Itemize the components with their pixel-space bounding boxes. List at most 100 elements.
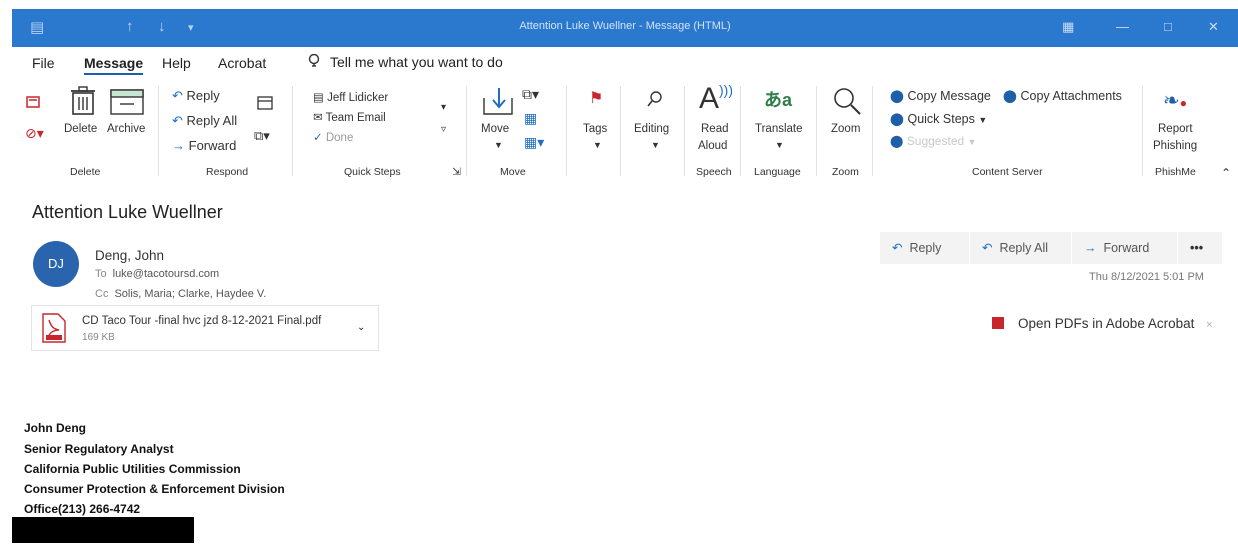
close-banner-icon[interactable]: × [1206,319,1212,331]
rules-icon[interactable]: ⧉▾ [522,86,539,103]
attachment-dropdown-icon[interactable]: ⌄ [357,322,365,333]
flag-icon: ⚑ [589,90,604,107]
collapse-ribbon-icon[interactable]: ⌃ [1221,166,1231,180]
reply-all-label: Reply All [186,113,238,128]
report-phishing-button[interactable]: Report [1158,123,1193,135]
suggested-button[interactable]: ⬤ Suggested ▼ [890,134,976,148]
header-forward-button[interactable]: → Forward [1072,232,1178,264]
pdf-file-icon [42,313,66,343]
tab-acrobat[interactable]: Acrobat [218,55,266,71]
meeting-icon[interactable] [257,94,273,110]
open-pdfs-label: Open PDFs in Adobe Acrobat [1018,316,1195,331]
zoom-group-label: Zoom [832,166,859,178]
header-reply-label: Reply [909,241,942,255]
cc-line: Cc Solis, Maria; Clarke, Haydee V. [95,288,266,300]
header-forward-label: Forward [1103,241,1150,255]
window-title: Attention Luke Wuellner - Message (HTML) [519,20,731,32]
tab-message[interactable]: Message [84,55,144,75]
actions-icon[interactable]: ▦▾ [524,134,544,151]
translate-button[interactable]: Translate [755,123,803,135]
translate-icon: あa [764,90,793,110]
zoom-icon [834,88,861,115]
tags-dropdown-icon[interactable]: ▼ [593,140,602,150]
quick-steps-expand-icon[interactable]: ▿ [441,124,446,135]
message-datetime: Thu 8/12/2021 5:01 PM [1089,271,1204,283]
close-icon[interactable]: ✕ [1208,19,1219,35]
delete-button[interactable]: Delete [64,123,97,135]
editing-dropdown-icon[interactable]: ▼ [651,140,660,150]
group-separator [684,86,685,176]
editing-button[interactable]: Editing [634,123,669,135]
content-server-icon: ⬤ [890,89,904,103]
cc-recipients[interactable]: Solis, Maria; Clarke, Haydee V. [114,288,266,300]
suggested-label: Suggested [906,134,965,148]
signature-org: California Public Utilities Commission [24,462,241,476]
reply-all-button[interactable]: ↶ Reply All [172,113,237,129]
copy-message-label: Copy Message [907,89,991,103]
quick-steps-scroll-icon[interactable]: ▾ [441,102,446,113]
tags-button[interactable]: Tags [583,123,607,135]
report-phishing-label-2: Phishing [1153,140,1198,152]
tell-me-search[interactable]: Tell me what you want to do [308,53,503,70]
translate-dropdown-icon[interactable]: ▼ [775,140,784,150]
respond-group-label: Respond [206,166,249,178]
find-icon [647,91,662,107]
minimize-icon[interactable]: — [1116,19,1129,34]
reply-all-icon: ↶ [172,113,183,128]
tab-help[interactable]: Help [162,55,191,71]
copy-attachments-label: Copy Attachments [1020,89,1122,103]
copy-message-button[interactable]: ⬤ Copy Message [890,88,991,103]
redaction-block [12,517,194,543]
ribbon-display-icon[interactable]: ▦ [1062,19,1074,35]
more-respond-icon[interactable]: ⧉▾ [254,128,270,144]
group-separator [872,86,873,176]
quick-steps-cs-button[interactable]: ⬤ Quick Steps ▼ [890,111,987,126]
content-server-group-label: Content Server [972,166,1043,178]
forward-label: Forward [188,138,237,153]
archive-button[interactable]: Archive [107,123,145,135]
language-group-label: Language [754,166,801,178]
reply-all-icon: ↶ [982,241,993,255]
reply-button[interactable]: ↶ Reply [172,88,220,104]
group-separator [292,86,293,176]
quick-step-done-label: Done [325,132,354,144]
header-reply-all-button[interactable]: ↶ Reply All [970,232,1072,264]
forward-icon: → [172,138,185,153]
to-recipient[interactable]: luke@tacotoursd.com [113,268,220,280]
read-aloud-button[interactable]: Read [701,123,729,135]
move-button[interactable]: Move [481,123,509,135]
ribbon: ⊘▾ Delete Archive Delete ↶ Reply ↶ Reply… [0,80,1238,184]
group-separator [816,86,817,176]
quick-steps-cs-label: Quick Steps [907,112,975,126]
quick-step-team-email[interactable]: ✉ Team Email [313,110,386,124]
forward-icon: → [1084,241,1097,255]
trash-icon[interactable] [70,86,96,116]
forward-button[interactable]: → Forward [172,138,236,153]
move-group-label: Move [500,166,526,178]
archive-icon[interactable] [110,88,144,116]
more-actions-button[interactable]: ••• [1178,232,1222,264]
ignore-icon[interactable] [25,94,43,110]
onenote-icon[interactable]: ▦ [524,110,537,127]
signature-phone: Office(213) 266-4742 [24,502,141,516]
move-icon[interactable] [482,86,514,116]
header-reply-button[interactable]: ↶ Reply [880,232,970,264]
sender-name[interactable]: Deng, John [95,248,164,263]
attachment-size: 169 KB [82,332,115,343]
quick-step-done[interactable]: ✓ Done [313,130,353,144]
dialog-launcher-icon[interactable]: ⇲ [452,166,461,178]
quick-step-jeff[interactable]: ▤ Jeff Lidicker [313,90,388,104]
open-pdfs-banner[interactable]: Open PDFs in Adobe Acrobat × [992,316,1213,331]
tab-file[interactable]: File [32,55,55,71]
group-separator [1142,86,1143,176]
chevron-down-icon: ▼ [978,115,988,125]
avatar[interactable]: DJ [33,241,79,287]
attachment-card[interactable]: CD Taco Tour -final hvc jzd 8-12-2021 Fi… [31,305,379,351]
group-separator [740,86,741,176]
move-dropdown-icon[interactable]: ▼ [494,140,503,150]
copy-attachments-button[interactable]: ⬤ Copy Attachments [1003,88,1122,103]
zoom-button[interactable]: Zoom [831,123,860,135]
group-separator [620,86,621,176]
block-sender-icon[interactable]: ⊘▾ [25,125,44,142]
maximize-icon[interactable]: □ [1164,19,1172,34]
